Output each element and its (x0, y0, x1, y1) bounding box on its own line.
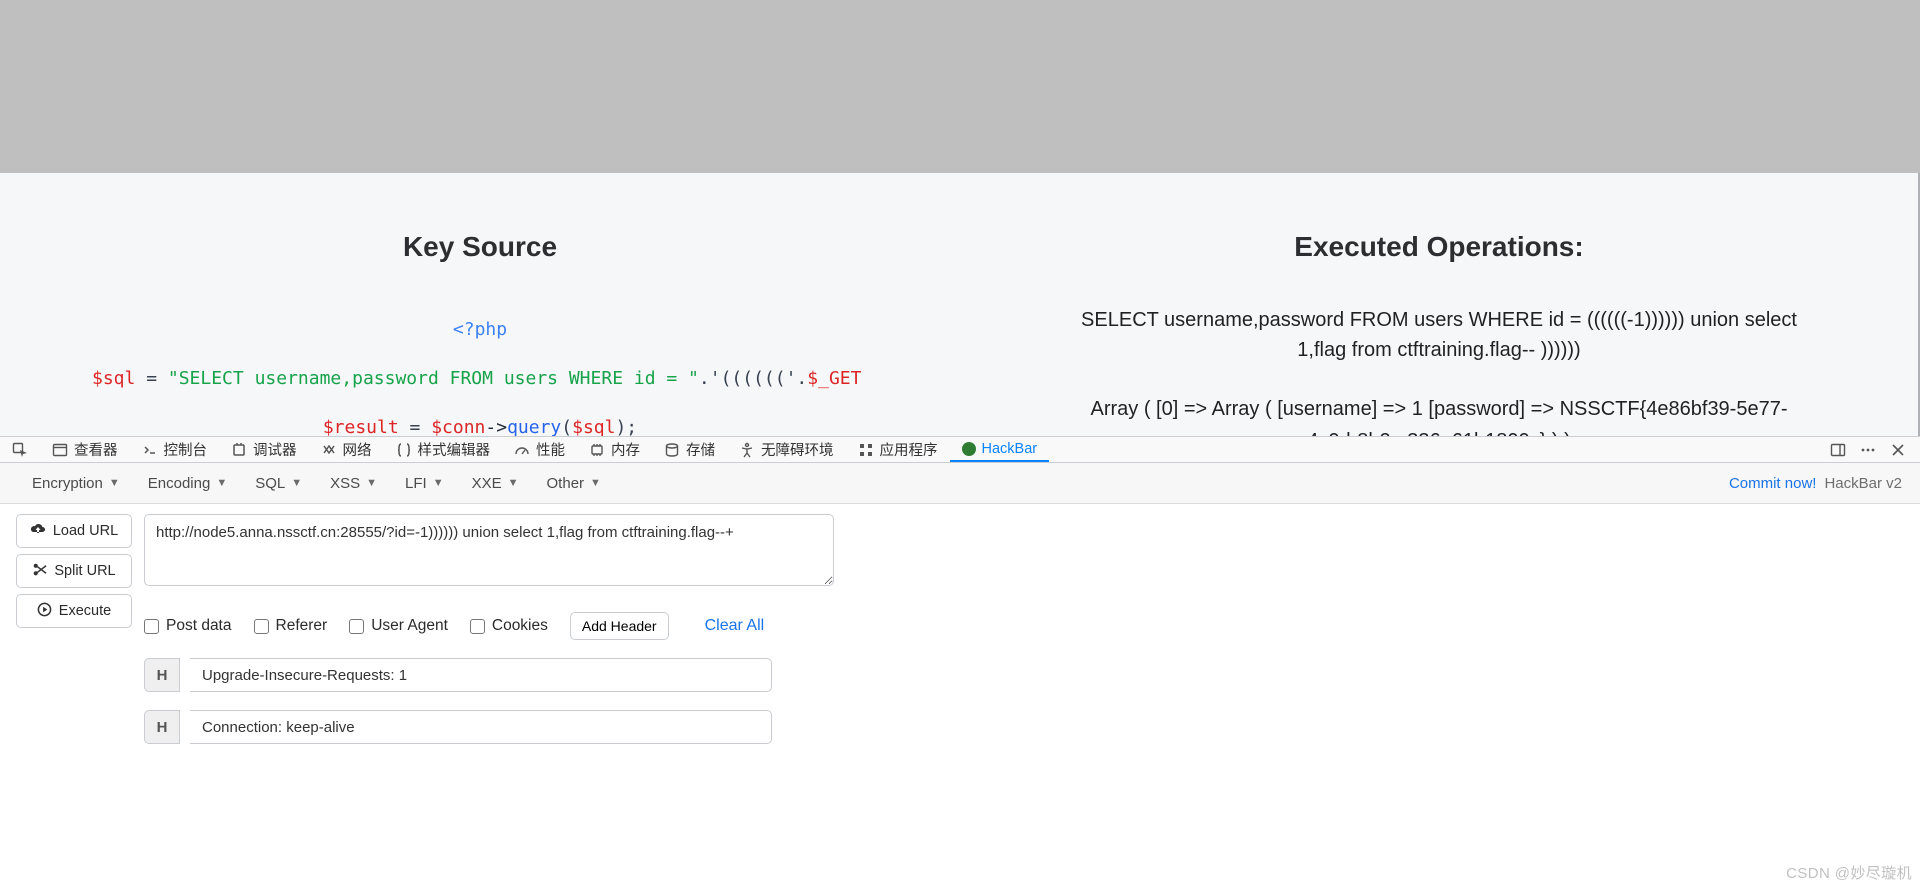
dock-icon[interactable] (1830, 442, 1846, 458)
menu-sql[interactable]: SQL▼ (241, 463, 316, 503)
tab-application[interactable]: 应用程序 (846, 437, 950, 462)
load-url-label: Load URL (53, 523, 118, 539)
header-row: H (144, 658, 772, 692)
accessibility-icon (739, 442, 755, 458)
result-line: $result = $conn->query($sql); (323, 417, 637, 438)
tab-debugger[interactable]: 调试器 (219, 437, 309, 462)
menu-encoding[interactable]: Encoding▼ (134, 463, 241, 503)
cloud-download-icon (30, 522, 46, 540)
scissors-icon (32, 562, 47, 581)
commit-now-link[interactable]: Commit now! (1729, 475, 1817, 492)
tab-storage-label: 存储 (686, 439, 715, 460)
execute-button[interactable]: Execute (16, 594, 132, 628)
tab-inspector-label: 查看器 (74, 439, 118, 460)
play-icon (37, 602, 52, 621)
blank-top-band (0, 0, 1920, 173)
caret-down-icon: ▼ (109, 477, 120, 489)
header-row: H (144, 710, 772, 744)
tab-console[interactable]: 控制台 (130, 437, 220, 462)
caret-down-icon: ▼ (216, 477, 227, 489)
key-source-column: Key Source <?php $sql = "SELECT username… (0, 173, 960, 436)
executed-sql: SELECT username,password FROM users WHER… (1069, 305, 1809, 365)
caret-down-icon: ▼ (590, 477, 601, 489)
request-options-row: Post data Referer User Agent Cookies Add… (144, 612, 1904, 640)
hackbar-brand: HackBar v2 (1824, 475, 1902, 492)
console-icon (142, 442, 158, 458)
header-field-2[interactable] (190, 710, 772, 744)
menu-xss[interactable]: XSS▼ (316, 463, 391, 503)
tab-memory-label: 内存 (611, 439, 640, 460)
sql-assign-line: $sql = "SELECT username,password FROM us… (0, 368, 861, 389)
tab-accessibility[interactable]: 无障碍环境 (727, 437, 846, 462)
hackbar-main-column: Post data Referer User Agent Cookies Add… (144, 514, 1904, 744)
executed-operations-column: Executed Operations: SELECT username,pas… (960, 173, 1920, 436)
hackbar-action-buttons: Load URL Split URL Execute (16, 514, 132, 744)
referer-checkbox[interactable]: Referer (254, 617, 328, 635)
inspector-icon (52, 442, 68, 458)
grid-icon (858, 442, 874, 458)
split-url-button[interactable]: Split URL (16, 554, 132, 588)
devtools-inspect-toggle[interactable] (0, 437, 40, 462)
tab-inspector[interactable]: 查看器 (40, 437, 130, 462)
menu-other[interactable]: Other▼ (533, 463, 615, 503)
header-type-chip[interactable]: H (144, 658, 180, 692)
tab-network-label: 网络 (343, 439, 372, 460)
clear-all-link[interactable]: Clear All (705, 617, 765, 635)
header-field-1[interactable] (190, 658, 772, 692)
header-type-chip[interactable]: H (144, 710, 180, 744)
tab-performance-label: 性能 (536, 439, 565, 460)
menu-lfi[interactable]: LFI▼ (391, 463, 458, 503)
tab-style-editor[interactable]: 样式编辑器 (384, 437, 503, 462)
hackbar-icon (962, 442, 976, 456)
executed-operations-title: Executed Operations: (1294, 231, 1583, 263)
hackbar-toolbar: Encryption▼ Encoding▼ SQL▼ XSS▼ LFI▼ XXE… (0, 463, 1920, 504)
storage-icon (664, 442, 680, 458)
watermark: CSDN @妙尽璇机 (1786, 862, 1912, 883)
element-picker-icon (12, 442, 28, 458)
caret-down-icon: ▼ (291, 477, 302, 489)
url-input[interactable] (144, 514, 834, 586)
braces-icon (396, 442, 412, 458)
network-icon (321, 442, 337, 458)
tab-memory[interactable]: 内存 (577, 437, 652, 462)
tab-hackbar-label: HackBar (982, 441, 1038, 457)
tab-console-label: 控制台 (164, 439, 208, 460)
hackbar-body: Load URL Split URL Execute Post data Ref… (0, 504, 1920, 754)
tab-network[interactable]: 网络 (309, 437, 384, 462)
devtools-tabbar: 查看器 控制台 调试器 网络 样式编辑器 性能 内存 存储 无障碍环境 应用程序… (0, 436, 1920, 463)
caret-down-icon: ▼ (433, 477, 444, 489)
tab-performance[interactable]: 性能 (502, 437, 577, 462)
cookies-checkbox[interactable]: Cookies (470, 617, 548, 635)
split-url-label: Split URL (54, 563, 115, 579)
tab-style-editor-label: 样式编辑器 (418, 439, 491, 460)
more-icon[interactable] (1860, 442, 1876, 458)
tab-debugger-label: 调试器 (253, 439, 297, 460)
menu-encryption[interactable]: Encryption▼ (18, 463, 134, 503)
php-open-tag: <?php (453, 319, 507, 340)
tab-hackbar[interactable]: HackBar (950, 437, 1050, 462)
add-header-button[interactable]: Add Header (570, 612, 669, 640)
debugger-icon (231, 442, 247, 458)
execute-label: Execute (59, 603, 111, 619)
memory-icon (589, 442, 605, 458)
load-url-button[interactable]: Load URL (16, 514, 132, 548)
close-devtools-icon[interactable] (1890, 442, 1906, 458)
user-agent-checkbox[interactable]: User Agent (349, 617, 448, 635)
caret-down-icon: ▼ (508, 477, 519, 489)
tab-accessibility-label: 无障碍环境 (761, 439, 834, 460)
key-source-title: Key Source (403, 231, 557, 263)
tab-application-label: 应用程序 (880, 439, 938, 460)
post-data-checkbox[interactable]: Post data (144, 617, 232, 635)
tab-storage[interactable]: 存储 (652, 437, 727, 462)
page-content: Key Source <?php $sql = "SELECT username… (0, 173, 1920, 436)
menu-xxe[interactable]: XXE▼ (458, 463, 533, 503)
caret-down-icon: ▼ (366, 477, 377, 489)
gauge-icon (514, 442, 530, 458)
